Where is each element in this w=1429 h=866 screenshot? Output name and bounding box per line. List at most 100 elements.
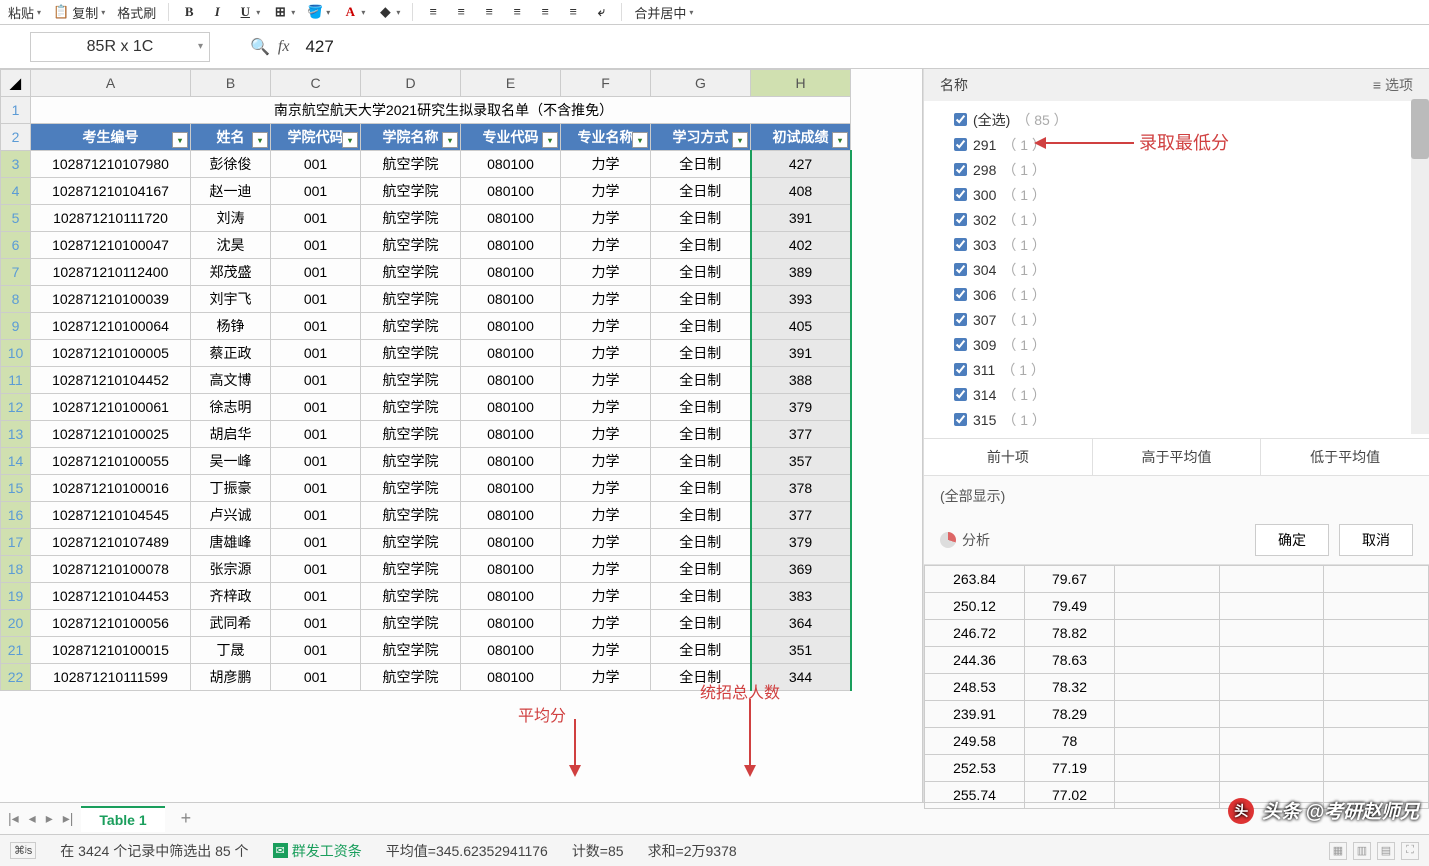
filter-item-302[interactable]: 302（ 1 ） (954, 207, 1415, 232)
filter-options-button[interactable]: ≡ 选项 (1373, 75, 1413, 95)
table-row[interactable]: 16102871210104545卢兴诚001航空学院080100力学全日制37… (1, 502, 851, 529)
col-header-H[interactable]: H (751, 70, 851, 97)
font-color-button[interactable]: A▾ (342, 4, 365, 20)
view-reading-icon[interactable]: ▤ (1377, 842, 1395, 860)
formula-input[interactable]: 427 (297, 37, 333, 57)
table-row[interactable]: 20102871210100056武同希001航空学院080100力学全日制36… (1, 610, 851, 637)
filter-item-315[interactable]: 315（ 1 ） (954, 407, 1415, 432)
fill-color-button[interactable]: 🪣▾ (307, 4, 330, 20)
row-header-14[interactable]: 14 (1, 448, 31, 475)
filter-item-298[interactable]: 298（ 1 ） (954, 157, 1415, 182)
analyze-button[interactable]: 分析 (940, 530, 1245, 550)
row-header-13[interactable]: 13 (1, 421, 31, 448)
checkbox[interactable] (954, 388, 967, 401)
table-row[interactable]: 15102871210100016丁振豪001航空学院080100力学全日制37… (1, 475, 851, 502)
js-icon[interactable]: ⌘ʲs (10, 842, 36, 859)
table-row[interactable]: 239.9178.29 (925, 701, 1429, 728)
filter-item-304[interactable]: 304（ 1 ） (954, 257, 1415, 282)
filter-dropdown-icon[interactable]: ▾ (632, 132, 648, 148)
row-header-10[interactable]: 10 (1, 340, 31, 367)
table-row[interactable]: 21102871210100015丁晟001航空学院080100力学全日制351 (1, 637, 851, 664)
filter-item-314[interactable]: 314（ 1 ） (954, 382, 1415, 407)
bold-button[interactable]: B (181, 4, 197, 20)
first-tab-icon[interactable]: |◂ (8, 810, 19, 827)
checkbox[interactable] (954, 263, 967, 276)
table-row[interactable]: 7102871210112400郑茂盛001航空学院080100力学全日制389 (1, 259, 851, 286)
sheet-tab-active[interactable]: Table 1 (81, 806, 164, 832)
col-header-A[interactable]: A (31, 70, 191, 97)
next-tab-icon[interactable]: ▸ (46, 810, 53, 827)
row-header-19[interactable]: 19 (1, 583, 31, 610)
table-row[interactable]: 246.7278.82 (925, 620, 1429, 647)
row-header-6[interactable]: 6 (1, 232, 31, 259)
filter-item-300[interactable]: 300（ 1 ） (954, 182, 1415, 207)
last-tab-icon[interactable]: ▸| (63, 810, 74, 827)
extra-data-table[interactable]: 263.8479.67250.1279.49246.7278.82244.367… (924, 565, 1429, 809)
row-header-22[interactable]: 22 (1, 664, 31, 691)
align-mid-button[interactable]: ≡ (453, 4, 469, 20)
table-row[interactable]: 5102871210111720刘涛001航空学院080100力学全日制391 (1, 205, 851, 232)
add-sheet-button[interactable]: + (173, 808, 200, 829)
checkbox[interactable] (954, 138, 967, 151)
table-row[interactable]: 6102871210100047沈昊001航空学院080100力学全日制402 (1, 232, 851, 259)
row-header-16[interactable]: 16 (1, 502, 31, 529)
table-row[interactable]: 17102871210107489唐雄峰001航空学院080100力学全日制37… (1, 529, 851, 556)
checkbox[interactable] (954, 338, 967, 351)
filter-scrollbar[interactable] (1411, 99, 1429, 434)
align-top-button[interactable]: ≡ (425, 4, 441, 20)
table-row[interactable]: 11102871210104452高文博001航空学院080100力学全日制38… (1, 367, 851, 394)
format-painter-button[interactable]: 格式刷 (117, 3, 156, 22)
filter-item-303[interactable]: 303（ 1 ） (954, 232, 1415, 257)
table-row[interactable]: 3102871210107980彭徐俊001航空学院080100力学全日制427 (1, 151, 851, 178)
italic-button[interactable]: I (209, 4, 225, 20)
view-fullscreen-icon[interactable]: ⛶ (1401, 842, 1419, 860)
table-row[interactable]: 250.1279.49 (925, 593, 1429, 620)
col-header-D[interactable]: D (361, 70, 461, 97)
group-send-button[interactable]: ✉ 群发工资条 (273, 841, 362, 861)
row-header-11[interactable]: 11 (1, 367, 31, 394)
filter-dropdown-icon[interactable]: ▾ (442, 132, 458, 148)
table-row[interactable]: 8102871210100039刘宇飞001航空学院080100力学全日制393 (1, 286, 851, 313)
select-all-corner[interactable]: ◢ (1, 70, 31, 97)
spreadsheet-area[interactable]: ◢ABCDEFGH1南京航空航天大学2021研究生拟录取名单（不含推免）2考生编… (0, 69, 923, 802)
align-left-button[interactable]: ≡ (509, 4, 525, 20)
col-header-C[interactable]: C (271, 70, 361, 97)
filter-dropdown-icon[interactable]: ▾ (342, 132, 358, 148)
filter-item-311[interactable]: 311（ 1 ） (954, 357, 1415, 382)
filter-item-306[interactable]: 306（ 1 ） (954, 282, 1415, 307)
row-header-2[interactable]: 2 (1, 124, 31, 151)
row-header-15[interactable]: 15 (1, 475, 31, 502)
align-right-button[interactable]: ≡ (565, 4, 581, 20)
ok-button[interactable]: 确定 (1255, 524, 1329, 556)
border-button[interactable]: ⊞▾ (272, 4, 295, 20)
checkbox[interactable] (954, 113, 967, 126)
table-row[interactable]: 10102871210100005蔡正政001航空学院080100力学全日制39… (1, 340, 851, 367)
row-header-17[interactable]: 17 (1, 529, 31, 556)
underline-button[interactable]: U▾ (237, 4, 260, 20)
view-mode-icons[interactable]: ▦ ▥ ▤ ⛶ (1329, 842, 1419, 860)
table-row[interactable]: 12102871210100061徐志明001航空学院080100力学全日制37… (1, 394, 851, 421)
row-header-8[interactable]: 8 (1, 286, 31, 313)
quick-filter-button[interactable]: 前十项 (924, 439, 1093, 475)
table-row[interactable]: 18102871210100078张宗源001航空学院080100力学全日制36… (1, 556, 851, 583)
row-header-21[interactable]: 21 (1, 637, 31, 664)
table-row[interactable]: 9102871210100064杨铮001航空学院080100力学全日制405 (1, 313, 851, 340)
align-bot-button[interactable]: ≡ (481, 4, 497, 20)
filter-item-309[interactable]: 309（ 1 ） (954, 332, 1415, 357)
table-row[interactable]: 248.5378.32 (925, 674, 1429, 701)
table-row[interactable]: 244.3678.63 (925, 647, 1429, 674)
checkbox[interactable] (954, 188, 967, 201)
view-page-icon[interactable]: ▥ (1353, 842, 1371, 860)
filter-dropdown-icon[interactable]: ▾ (252, 132, 268, 148)
row-header-3[interactable]: 3 (1, 151, 31, 178)
name-box-dropdown-icon[interactable]: ▾ (198, 41, 203, 52)
checkbox[interactable] (954, 413, 967, 426)
row-header-18[interactable]: 18 (1, 556, 31, 583)
col-header-G[interactable]: G (651, 70, 751, 97)
filter-item-307[interactable]: 307（ 1 ） (954, 307, 1415, 332)
copy-button[interactable]: 📋复制▾ (53, 3, 105, 22)
row-header-1[interactable]: 1 (1, 97, 31, 124)
checkbox[interactable] (954, 163, 967, 176)
prev-tab-icon[interactable]: ◂ (29, 810, 36, 827)
checkbox[interactable] (954, 313, 967, 326)
